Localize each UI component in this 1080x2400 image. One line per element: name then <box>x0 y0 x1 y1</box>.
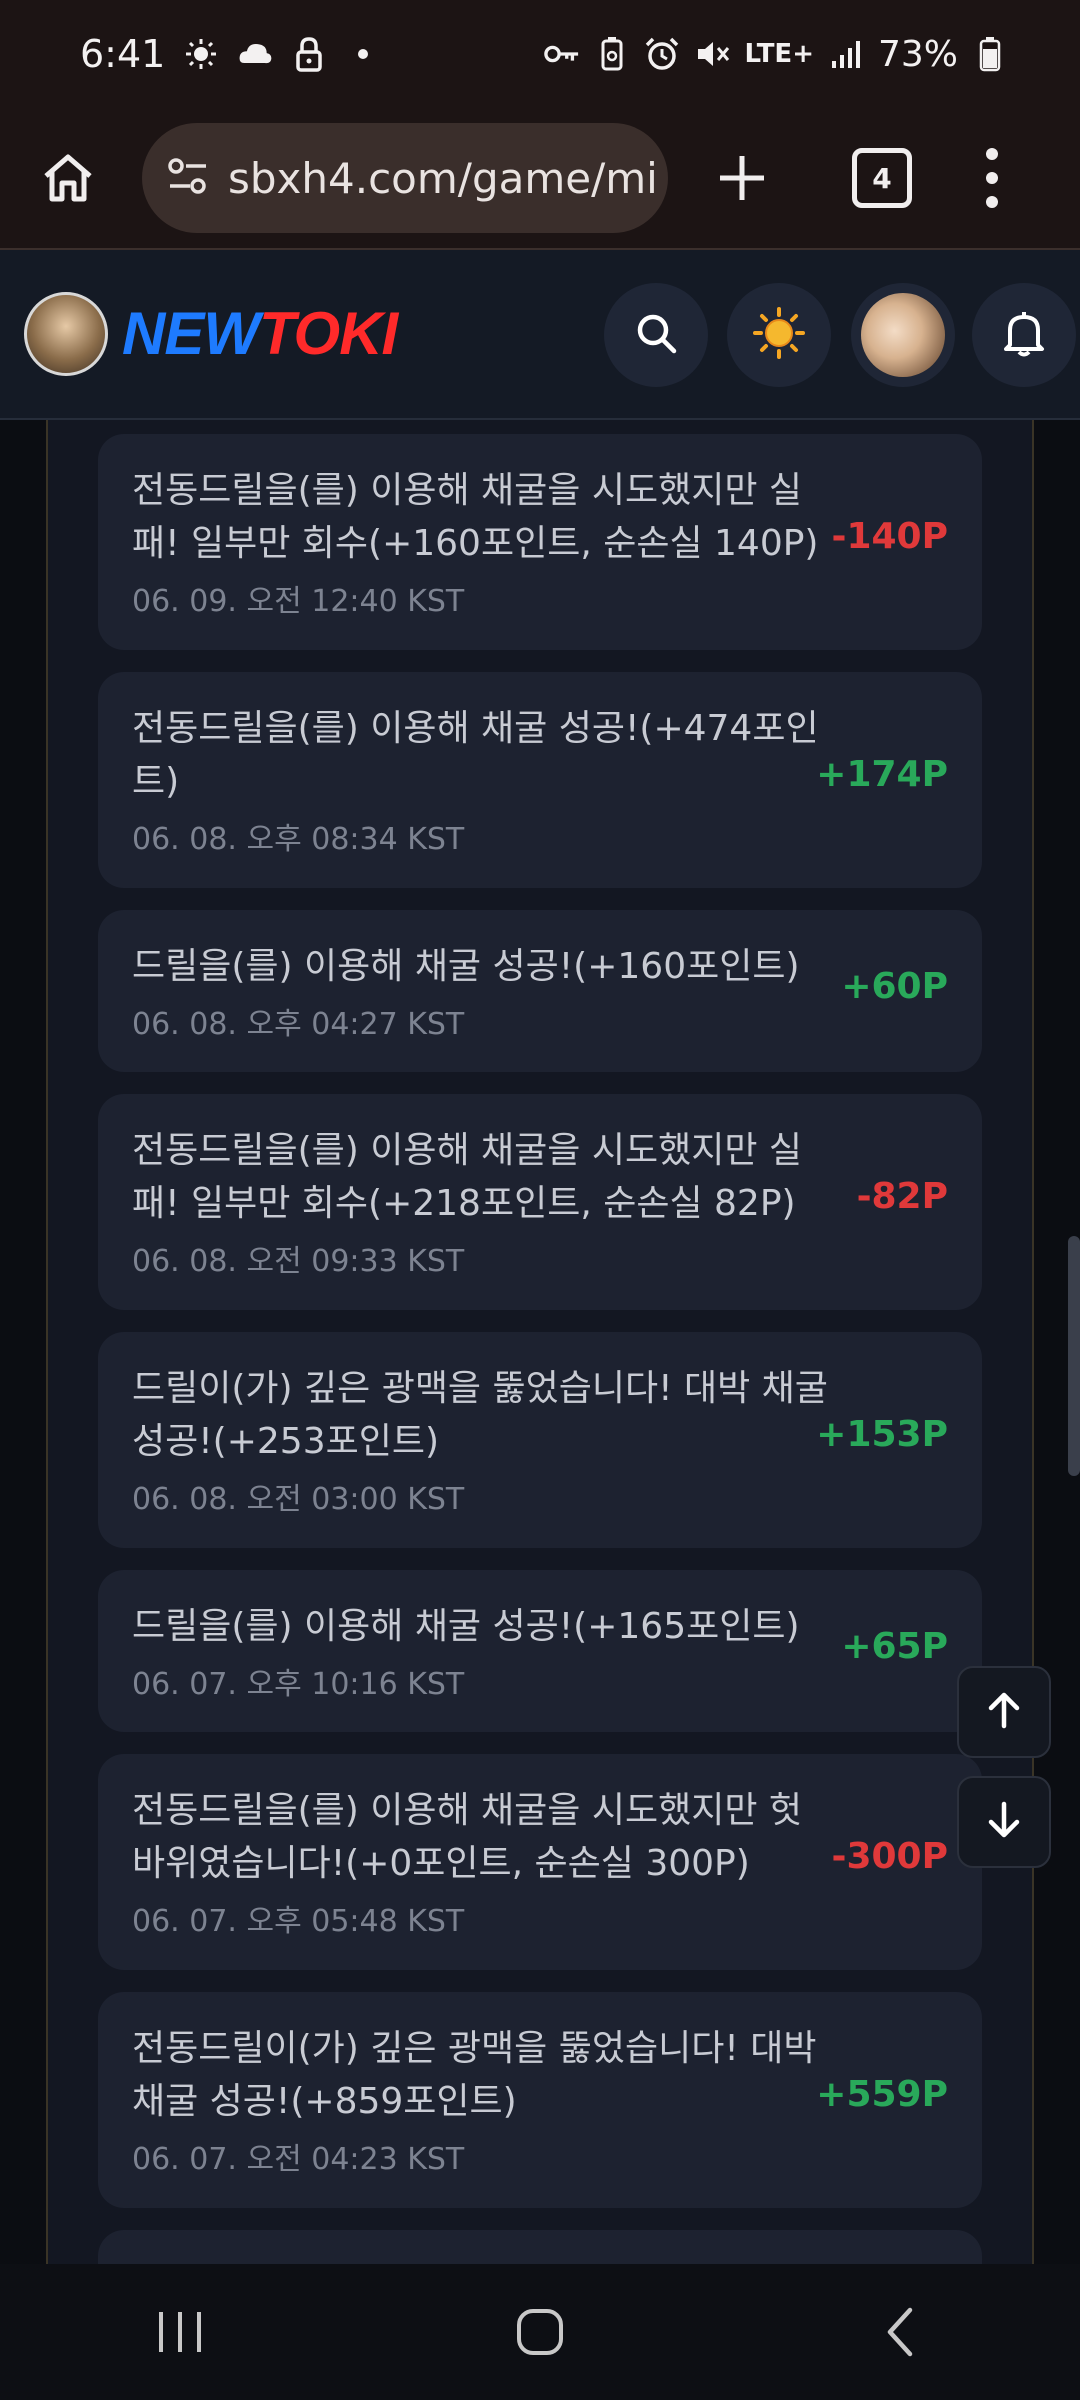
log-points: -300P <box>831 1836 948 1877</box>
system-navigation-bar <box>0 2264 1080 2400</box>
log-message: 전동드릴을(를) 이용해 채굴을 시도했지만 헛바위였습니다!(+0포인트, 순… <box>132 1790 803 1884</box>
log-time: 06. 09. 오전 12:40 KST <box>132 584 465 619</box>
log-message: 드릴을(를) 이용해 채굴 성공!(+165포인트) <box>132 1606 800 1647</box>
bell-icon <box>1002 309 1046 361</box>
scroll-top-button[interactable] <box>957 1666 1051 1758</box>
log-time: 06. 07. 오후 10:16 KST <box>132 1667 465 1702</box>
site-mascot-avatar[interactable] <box>24 292 108 376</box>
notification-dot-icon <box>345 36 381 72</box>
log-points: +559P <box>816 2074 948 2115</box>
log-item: 전동드릴이(가) 깊은 광맥을 뚫었습니다! 대박 채굴 성공!(+859포인트… <box>98 1992 982 2208</box>
key-icon <box>544 36 580 72</box>
log-item: 전동드릴을(를) 이용해 채굴을 시도했지만 실패! 일부만 회수(+218포인… <box>98 1094 982 1310</box>
log-item: 전동드릴을(를) 이용해 채굴 성공!(+474포인트) 06. 08. 오후 … <box>98 672 982 888</box>
log-item: 드릴을(를) 이용해 채굴 성공!(+160포인트) 06. 08. 오후 04… <box>98 910 982 1072</box>
tab-switcher-button[interactable]: 4 <box>852 148 912 208</box>
mining-log-content: 전동드릴을(를) 이용해 채굴을 시도했지만 실패! 일부만 회수(+160포인… <box>0 420 1080 2264</box>
sun-icon <box>753 307 805 363</box>
site-settings-icon[interactable] <box>166 156 210 200</box>
tab-count: 4 <box>872 161 892 195</box>
battery-percent: 73% <box>877 33 958 75</box>
status-bar: 6:41 LTE+ 73% <box>0 0 1080 108</box>
site-header: NEWTOKI <box>0 250 1080 420</box>
arrow-down-icon <box>982 1798 1026 1846</box>
log-points: +60P <box>841 966 948 1007</box>
log-message: 전동드릴이(가) 깊은 광맥을 뚫었습니다! 대박 채굴 성공!(+859포인트… <box>132 2028 817 2122</box>
log-message: 드릴이(가) 깊은 광맥을 뚫었습니다! 대박 채굴 성공!(+253포인트) <box>132 1368 828 1462</box>
more-menu-icon[interactable] <box>982 148 1002 208</box>
log-message: 전동드릴을(를) 이용해 채굴 성공!(+474포인트) <box>132 708 819 802</box>
search-button[interactable] <box>604 283 708 387</box>
battery-saver-icon <box>594 36 630 72</box>
theme-toggle-button[interactable] <box>727 283 831 387</box>
logo-part-new: NEW <box>122 300 260 367</box>
lock-icon <box>291 36 327 72</box>
log-item: 드릴을(를) 이용해 채굴 성공!(+165포인트) 06. 07. 오후 10… <box>98 1570 982 1732</box>
browser-toolbar: sbxh4.com/game/mi 4 <box>0 108 1080 250</box>
notifications-button[interactable] <box>972 283 1076 387</box>
avatar <box>861 293 945 377</box>
log-time: 06. 08. 오전 09:33 KST <box>132 1244 465 1279</box>
home-nav-icon[interactable] <box>480 2292 600 2372</box>
url-text: sbxh4.com/game/mi <box>228 153 658 203</box>
log-points: +65P <box>841 1626 948 1667</box>
log-points: -82P <box>856 1176 948 1217</box>
log-time: 06. 08. 오전 03:00 KST <box>132 1482 465 1517</box>
recent-apps-icon[interactable] <box>120 2292 240 2372</box>
back-nav-icon[interactable] <box>840 2292 960 2372</box>
log-item: 전동드릴을(를) 이용해 채굴을 시도했지만 헛바위였습니다!(+0포인트, 순… <box>98 1754 982 1970</box>
log-message: 전동드릴을(를) 이용해 채굴을 시도했지만 실패! 일부만 회수(+218포인… <box>132 1130 803 1224</box>
cloud-icon <box>237 36 273 72</box>
log-item <box>98 2230 982 2264</box>
site-logo[interactable]: NEWTOKI <box>122 304 398 364</box>
network-type: LTE+ <box>744 39 814 69</box>
alarm-icon <box>644 36 680 72</box>
arrow-up-icon <box>982 1688 1026 1736</box>
sun-icon <box>183 36 219 72</box>
log-points: -140P <box>831 516 948 557</box>
log-time: 06. 08. 오후 08:34 KST <box>132 822 465 857</box>
log-time: 06. 07. 오후 05:48 KST <box>132 1904 465 1939</box>
log-item: 전동드릴을(를) 이용해 채굴을 시도했지만 실패! 일부만 회수(+160포인… <box>98 434 982 650</box>
log-message: 드릴을(를) 이용해 채굴 성공!(+160포인트) <box>132 946 800 987</box>
log-message: 전동드릴을(를) 이용해 채굴을 시도했지만 실패! 일부만 회수(+160포인… <box>132 470 819 564</box>
home-icon[interactable] <box>32 142 104 214</box>
status-time: 6:41 <box>80 32 166 76</box>
signal-icon <box>828 36 864 72</box>
battery-icon <box>972 36 1008 72</box>
address-bar[interactable]: sbxh4.com/game/mi <box>142 123 668 233</box>
search-icon <box>634 311 678 359</box>
log-time: 06. 07. 오전 04:23 KST <box>132 2142 465 2177</box>
scroll-bottom-button[interactable] <box>957 1776 1051 1868</box>
mute-icon <box>694 36 730 72</box>
page-scrollbar[interactable] <box>1068 1236 1080 1476</box>
profile-button[interactable] <box>851 283 955 387</box>
logo-part-toki: TOKI <box>258 300 398 367</box>
new-tab-icon[interactable] <box>712 148 772 208</box>
log-item: 드릴이(가) 깊은 광맥을 뚫었습니다! 대박 채굴 성공!(+253포인트) … <box>98 1332 982 1548</box>
log-points: +174P <box>816 754 948 795</box>
log-time: 06. 08. 오후 04:27 KST <box>132 1007 465 1042</box>
log-points: +153P <box>816 1414 948 1455</box>
